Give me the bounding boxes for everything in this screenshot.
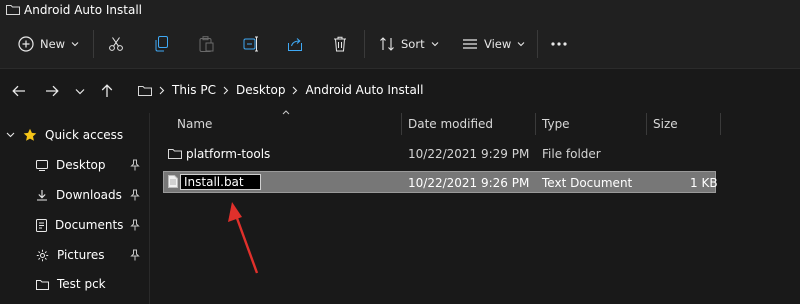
file-type: Text Document	[542, 176, 633, 190]
sidebar-item-label: Pictures	[57, 248, 105, 262]
column-header-name[interactable]: Name	[177, 117, 212, 131]
quick-access-label: Quick access	[45, 128, 124, 142]
pictures-icon	[36, 249, 49, 262]
sidebar-item-label: Documents	[55, 218, 124, 232]
toolbar-divider	[93, 30, 94, 58]
file-type: File folder	[542, 147, 601, 161]
toolbar-divider	[537, 30, 538, 58]
chevron-right-icon	[223, 86, 229, 95]
folder-icon	[168, 148, 182, 159]
toolbar-divider	[364, 30, 365, 58]
breadcrumb-current-folder[interactable]: Android Auto Install	[305, 83, 423, 97]
rename-icon[interactable]	[243, 36, 259, 52]
pin-icon[interactable]	[130, 159, 140, 171]
desktop-icon	[36, 159, 48, 171]
new-button[interactable]: New	[18, 36, 79, 52]
sidebar-item-quick-access[interactable]: Quick access	[6, 128, 123, 142]
chevron-right-icon	[159, 86, 165, 95]
sort-icon	[379, 36, 395, 52]
sidebar-item-label: Downloads	[56, 188, 122, 202]
star-icon	[23, 128, 37, 142]
view-list-icon	[462, 36, 478, 52]
chevron-down-icon	[517, 41, 525, 47]
cut-icon[interactable]	[108, 36, 124, 52]
file-date: 10/22/2021 9:29 PM	[408, 147, 530, 161]
chevron-down-icon	[71, 41, 79, 47]
sort-button[interactable]: Sort	[379, 36, 439, 52]
sidebar-item-label: Desktop	[56, 158, 106, 172]
pin-icon[interactable]	[130, 249, 140, 261]
view-button[interactable]: View	[462, 36, 525, 52]
folder-icon	[36, 279, 49, 290]
column-divider[interactable]	[646, 113, 647, 135]
file-date: 10/22/2021 9:26 PM	[408, 176, 530, 190]
sidebar-item-desktop[interactable]: Desktop	[36, 158, 106, 172]
column-header-type[interactable]: Type	[542, 117, 570, 131]
pane-divider[interactable]	[149, 113, 150, 304]
up-arrow-icon[interactable]	[101, 84, 113, 98]
chevron-down-icon	[431, 41, 439, 47]
sidebar-item-documents[interactable]: Documents	[36, 218, 123, 232]
sort-ascending-icon	[282, 110, 290, 115]
new-label: New	[40, 37, 66, 51]
sidebar-item-pictures[interactable]: Pictures	[36, 248, 105, 262]
back-arrow-icon[interactable]	[12, 85, 26, 97]
download-icon	[36, 189, 48, 201]
folder-icon	[138, 85, 152, 96]
sidebar-item-label: Test pck	[57, 277, 106, 291]
window-title: Android Auto Install	[24, 3, 143, 17]
view-label: View	[484, 37, 512, 51]
delete-icon[interactable]	[333, 36, 347, 52]
pin-icon[interactable]	[130, 189, 140, 201]
text-document-icon	[168, 175, 178, 188]
column-header-date[interactable]: Date modified	[408, 117, 493, 131]
column-divider[interactable]	[535, 113, 536, 135]
recent-locations-chevron-icon[interactable]	[75, 88, 85, 95]
column-divider[interactable]	[720, 113, 721, 135]
file-name: platform-tools	[186, 147, 271, 161]
chevron-down-icon[interactable]	[6, 132, 15, 138]
file-size: 1 KB	[690, 176, 718, 190]
copy-icon[interactable]	[155, 36, 169, 52]
column-divider[interactable]	[401, 113, 402, 135]
rename-input[interactable]	[180, 174, 261, 190]
paste-icon[interactable]	[199, 36, 214, 52]
breadcrumb-desktop[interactable]: Desktop	[236, 83, 286, 97]
document-icon	[36, 218, 47, 232]
sidebar-item-downloads[interactable]: Downloads	[36, 188, 122, 202]
share-icon[interactable]	[287, 36, 303, 52]
annotation-arrow-icon	[228, 202, 259, 274]
breadcrumb-this-pc[interactable]: This PC	[172, 83, 216, 97]
column-header-size[interactable]: Size	[653, 117, 678, 131]
chevron-right-icon	[292, 86, 298, 95]
pin-icon[interactable]	[130, 219, 140, 231]
plus-circle-icon	[18, 36, 34, 52]
sort-label: Sort	[401, 37, 425, 51]
more-options-icon[interactable]	[551, 42, 567, 46]
sidebar-item-test-pck[interactable]: Test pck	[36, 277, 106, 291]
folder-icon	[6, 4, 20, 15]
forward-arrow-icon[interactable]	[45, 85, 59, 97]
breadcrumb: This PC Desktop Android Auto Install	[138, 83, 423, 97]
